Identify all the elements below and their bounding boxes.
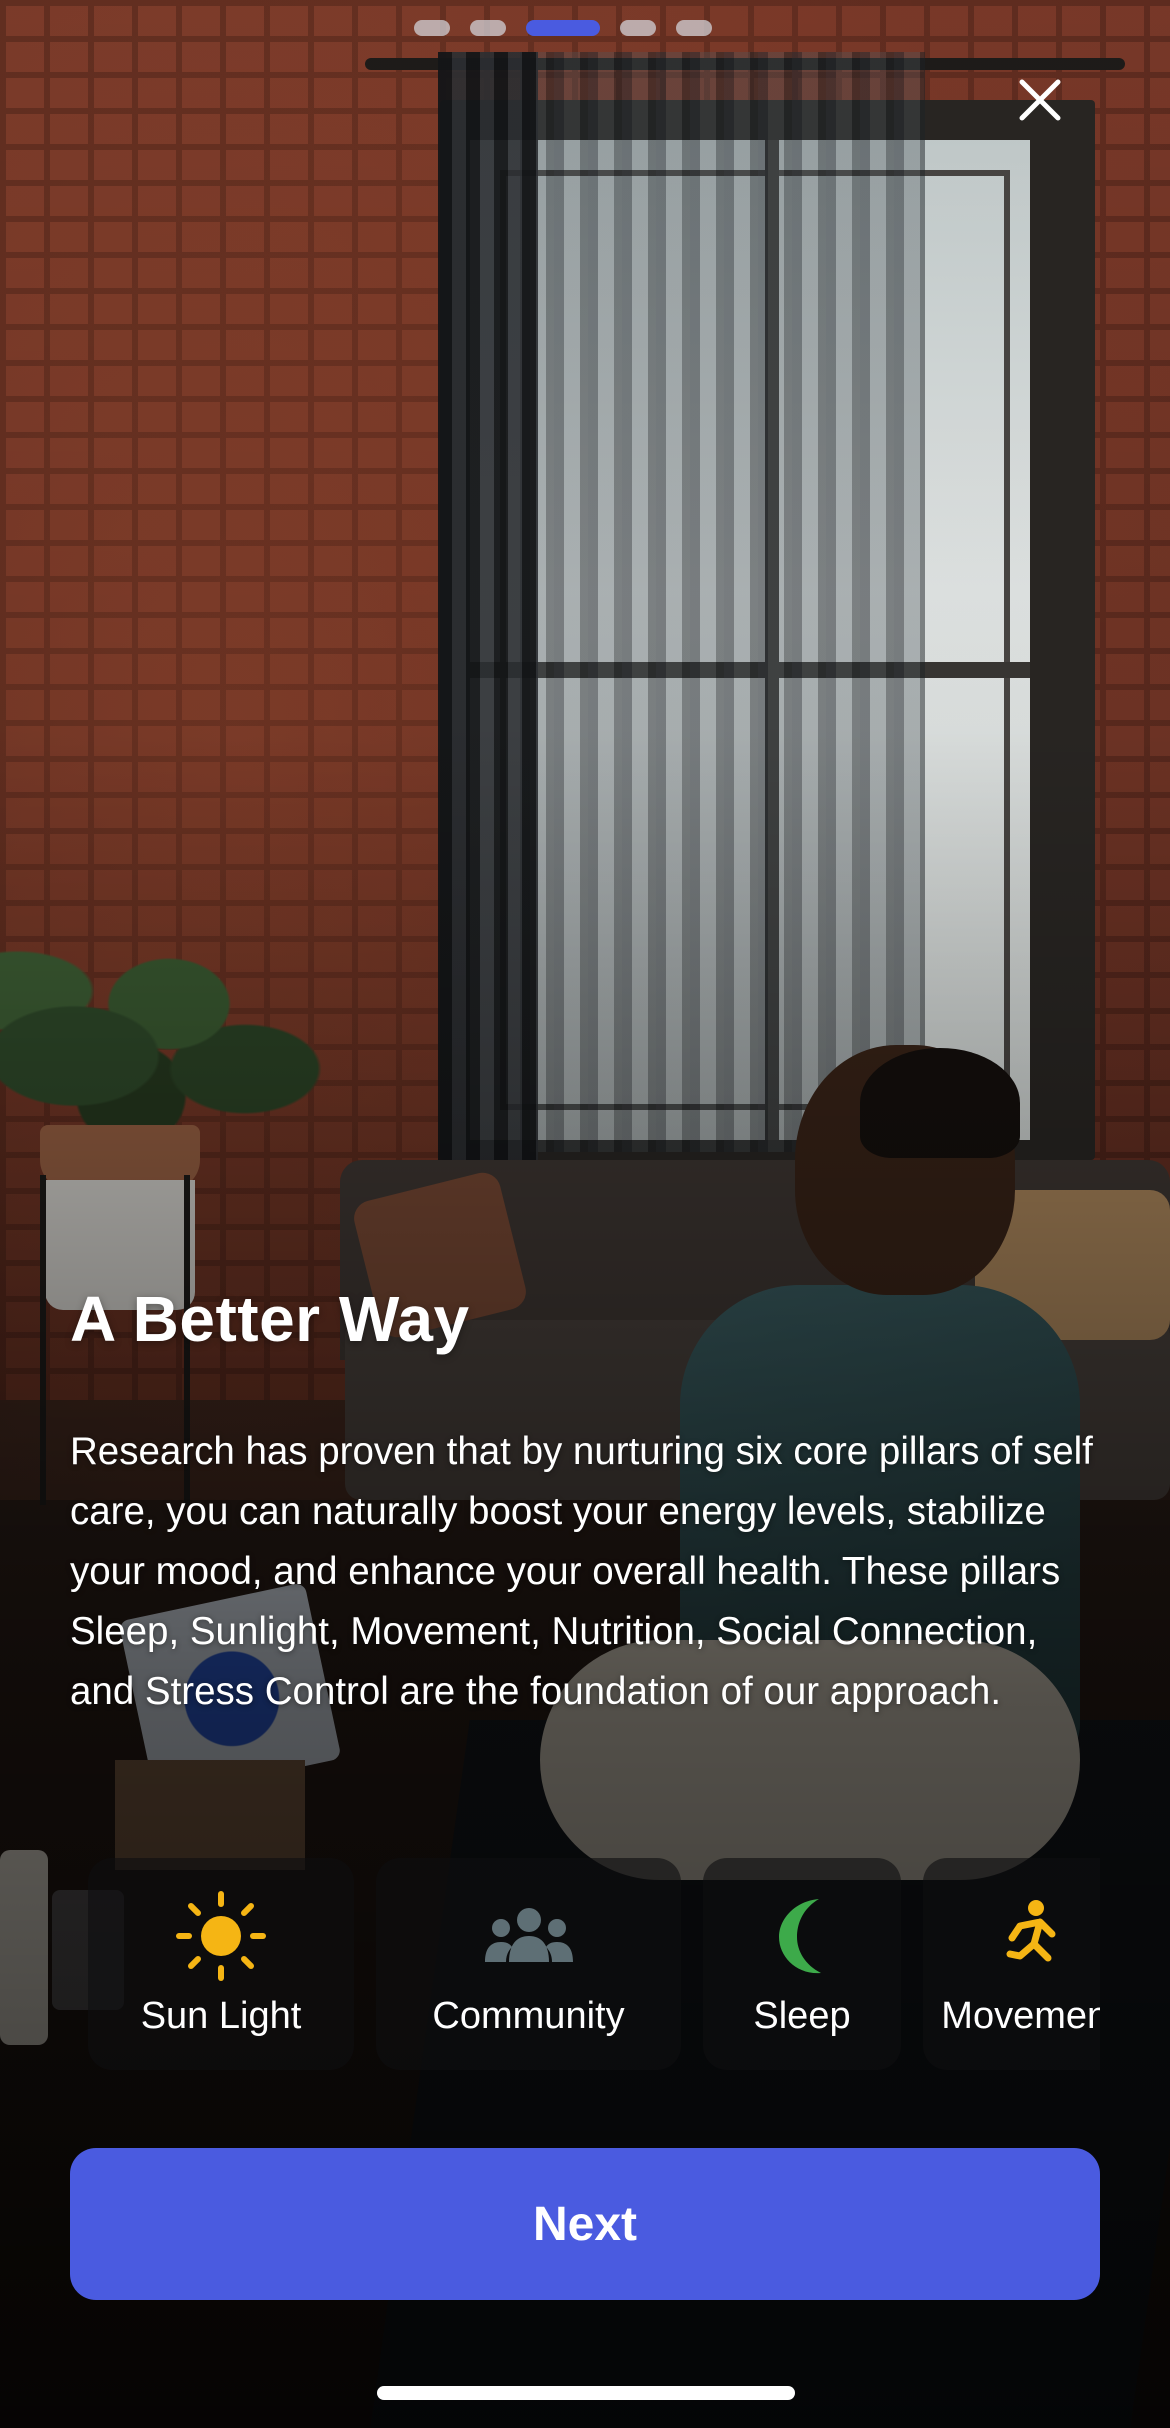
pillar-label: Community bbox=[432, 1994, 625, 2037]
sun-icon bbox=[175, 1890, 267, 1981]
close-icon bbox=[1019, 79, 1061, 121]
pillar-label: Sun Light bbox=[140, 1994, 302, 2037]
page-indicator bbox=[414, 20, 712, 36]
pillar-card-community[interactable]: Community bbox=[376, 1858, 681, 2070]
page-dot bbox=[620, 20, 656, 36]
pillar-card-movement[interactable]: Movement bbox=[923, 1858, 1100, 2070]
page-title: A Better Way bbox=[70, 1283, 470, 1355]
pillar-label: Sleep bbox=[753, 1994, 851, 2037]
close-button[interactable] bbox=[1008, 68, 1072, 132]
page-dot-active bbox=[526, 20, 600, 36]
onboarding-screen: A Better Way Research has proven that by… bbox=[0, 0, 1170, 2428]
pillars-carousel[interactable]: Sun Light Community Sleep Movemen bbox=[70, 1858, 1100, 2072]
page-dot bbox=[470, 20, 506, 36]
page-dot bbox=[676, 20, 712, 36]
pillar-card-sleep[interactable]: Sleep bbox=[703, 1858, 901, 2070]
pillar-label: Movement bbox=[941, 1994, 1100, 2037]
moon-icon bbox=[767, 1891, 837, 1981]
page-dot bbox=[414, 20, 450, 36]
home-indicator[interactable] bbox=[377, 2386, 795, 2400]
movement-icon bbox=[990, 1891, 1070, 1981]
pillar-card-sun-light[interactable]: Sun Light bbox=[88, 1858, 354, 2070]
community-icon bbox=[481, 1891, 577, 1981]
next-button[interactable]: Next bbox=[70, 2148, 1100, 2300]
description-text: Research has proven that by nurturing si… bbox=[70, 1430, 1093, 1713]
